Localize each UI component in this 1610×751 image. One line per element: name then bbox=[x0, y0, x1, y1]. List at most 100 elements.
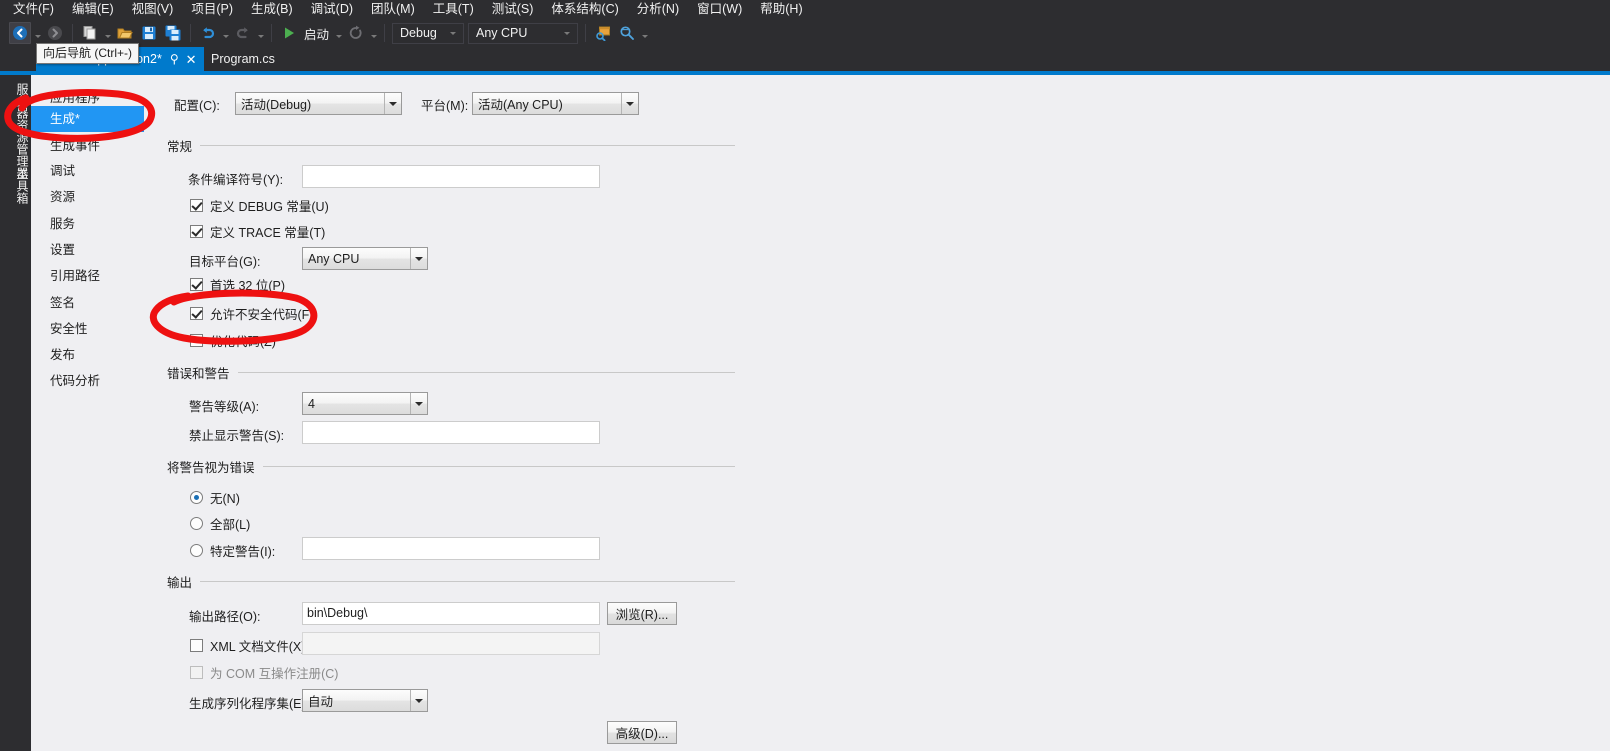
treat-none-radio[interactable] bbox=[190, 491, 203, 504]
menu-item-project[interactable]: 项目(P) bbox=[182, 0, 242, 19]
left-dock-tabs: 服务器资源管理器 工具箱 bbox=[0, 75, 31, 751]
save-icon bbox=[142, 26, 156, 40]
optimize-code-row[interactable]: 优化代码(Z) bbox=[190, 331, 276, 350]
close-icon[interactable]: ✕ bbox=[183, 53, 204, 66]
category-security[interactable]: 安全性 bbox=[31, 316, 147, 342]
serialization-combo[interactable]: 自动 bbox=[302, 689, 428, 712]
restart-dropdown[interactable] bbox=[368, 22, 379, 44]
menu-item-view[interactable]: 视图(V) bbox=[123, 0, 183, 19]
quick-launch-icon bbox=[620, 26, 634, 40]
chevron-down-icon bbox=[384, 93, 401, 114]
solution-platform-value: Any CPU bbox=[476, 26, 528, 40]
allow-unsafe-row[interactable]: 允许不安全代码(F) bbox=[190, 304, 313, 323]
category-reference-paths[interactable]: 引用路径 bbox=[31, 263, 147, 289]
prefer-32bit-checkbox[interactable] bbox=[190, 278, 203, 291]
register-com-checkbox[interactable] bbox=[190, 666, 203, 679]
category-signing[interactable]: 签名 bbox=[31, 290, 147, 316]
menu-item-edit[interactable]: 编辑(E) bbox=[63, 0, 123, 19]
menu-item-help[interactable]: 帮助(H) bbox=[751, 0, 811, 19]
category-debug[interactable]: 调试 bbox=[31, 158, 147, 184]
chevron-down-icon bbox=[410, 393, 427, 414]
restart-button[interactable] bbox=[345, 22, 367, 44]
treat-specific-label: 特定警告(I): bbox=[210, 545, 276, 559]
optimize-code-checkbox[interactable] bbox=[190, 334, 203, 347]
open-file-button[interactable] bbox=[114, 22, 136, 44]
register-com-row[interactable]: 为 COM 互操作注册(C) bbox=[190, 663, 338, 682]
category-settings[interactable]: 设置 bbox=[31, 237, 147, 263]
conditional-symbols-input[interactable] bbox=[302, 165, 600, 188]
define-debug-row[interactable]: 定义 DEBUG 常量(U) bbox=[190, 196, 329, 215]
start-debug-dropdown[interactable] bbox=[333, 22, 344, 44]
navigate-forward-button[interactable] bbox=[44, 22, 66, 44]
quick-launch-button[interactable] bbox=[616, 22, 638, 44]
category-code-analysis[interactable]: 代码分析 bbox=[31, 368, 147, 394]
redo-button[interactable] bbox=[232, 22, 254, 44]
save-button[interactable] bbox=[138, 22, 160, 44]
general-group-header: 常规 bbox=[167, 136, 735, 155]
xml-doc-checkbox[interactable] bbox=[190, 639, 203, 652]
treat-specific-radio[interactable] bbox=[190, 544, 203, 557]
dock-tab-toolbox[interactable]: 工具箱 bbox=[0, 153, 31, 219]
output-path-input[interactable]: bin\Debug\ bbox=[302, 602, 600, 625]
category-publish[interactable]: 发布 bbox=[31, 342, 147, 368]
category-build-events[interactable]: 生成事件 bbox=[31, 133, 147, 159]
chevron-down-icon bbox=[222, 35, 229, 38]
define-debug-checkbox[interactable] bbox=[190, 199, 203, 212]
treat-none-label: 无(N) bbox=[210, 492, 240, 506]
output-path-label: 输出路径(O): bbox=[189, 610, 261, 624]
menu-item-team[interactable]: 团队(M) bbox=[362, 0, 424, 19]
treat-specific-row[interactable]: 特定警告(I): bbox=[190, 541, 275, 560]
define-trace-checkbox[interactable] bbox=[190, 225, 203, 238]
define-trace-row[interactable]: 定义 TRACE 常量(T) bbox=[190, 222, 325, 241]
new-item-button[interactable] bbox=[79, 22, 101, 44]
prefer-32bit-row[interactable]: 首选 32 位(P) bbox=[190, 275, 285, 294]
advanced-button[interactable]: 高级(D)... bbox=[607, 721, 677, 744]
browse-button[interactable]: 浏览(R)... bbox=[607, 602, 677, 625]
find-in-window-button[interactable] bbox=[592, 22, 614, 44]
menu-item-window[interactable]: 窗口(W) bbox=[688, 0, 751, 19]
platform-combo[interactable]: 活动(Any CPU) bbox=[472, 92, 639, 115]
redo-dropdown[interactable] bbox=[255, 22, 266, 44]
toolbar-overflow-button[interactable] bbox=[639, 22, 650, 44]
menu-item-debug[interactable]: 调试(D) bbox=[302, 0, 362, 19]
xml-doc-row[interactable]: XML 文档文件(X) bbox=[190, 636, 305, 655]
suppress-warnings-label: 禁止显示警告(S): bbox=[189, 429, 285, 443]
new-item-dropdown[interactable] bbox=[102, 22, 113, 44]
category-resources[interactable]: 资源 bbox=[31, 184, 147, 210]
toolbar-separator bbox=[585, 24, 587, 42]
solution-platform-combo[interactable]: Any CPU bbox=[468, 22, 579, 44]
navigate-back-dropdown[interactable] bbox=[32, 22, 43, 44]
start-debug-label[interactable]: 启动 bbox=[301, 24, 333, 43]
category-services[interactable]: 服务 bbox=[31, 211, 147, 237]
chevron-down-icon bbox=[104, 35, 111, 38]
group-divider bbox=[200, 581, 735, 582]
menu-item-test[interactable]: 测试(S) bbox=[483, 0, 543, 19]
treat-all-radio[interactable] bbox=[190, 517, 203, 530]
treat-all-row[interactable]: 全部(L) bbox=[190, 514, 250, 533]
treat-specific-input[interactable] bbox=[302, 537, 600, 560]
undo-button[interactable] bbox=[197, 22, 219, 44]
pin-icon[interactable]: ⚲ bbox=[162, 53, 183, 65]
configuration-combo[interactable]: 活动(Debug) bbox=[235, 92, 402, 115]
solution-configuration-combo[interactable]: Debug bbox=[392, 22, 465, 44]
xml-doc-input[interactable] bbox=[302, 632, 600, 655]
category-build[interactable]: 生成* bbox=[31, 106, 144, 132]
warning-level-combo[interactable]: 4 bbox=[302, 392, 428, 415]
solution-configuration-value: Debug bbox=[400, 26, 437, 40]
undo-dropdown[interactable] bbox=[220, 22, 231, 44]
menu-item-build[interactable]: 生成(B) bbox=[242, 0, 302, 19]
toolbar-separator bbox=[384, 24, 386, 42]
navigate-back-button[interactable] bbox=[9, 22, 31, 44]
treat-none-row[interactable]: 无(N) bbox=[190, 488, 240, 507]
target-platform-combo[interactable]: Any CPU bbox=[302, 247, 428, 270]
menu-item-analyze[interactable]: 分析(N) bbox=[628, 0, 688, 19]
suppress-warnings-input[interactable] bbox=[302, 421, 600, 444]
output-group-label: 输出 bbox=[167, 576, 193, 590]
menu-item-architecture[interactable]: 体系结构(C) bbox=[542, 0, 627, 19]
save-all-button[interactable] bbox=[162, 22, 184, 44]
tab-program-cs[interactable]: Program.cs bbox=[204, 47, 308, 71]
allow-unsafe-checkbox[interactable] bbox=[190, 307, 203, 320]
menu-item-tools[interactable]: 工具(T) bbox=[424, 0, 483, 19]
start-debug-button[interactable] bbox=[278, 22, 300, 44]
menu-item-file[interactable]: 文件(F) bbox=[4, 0, 63, 19]
